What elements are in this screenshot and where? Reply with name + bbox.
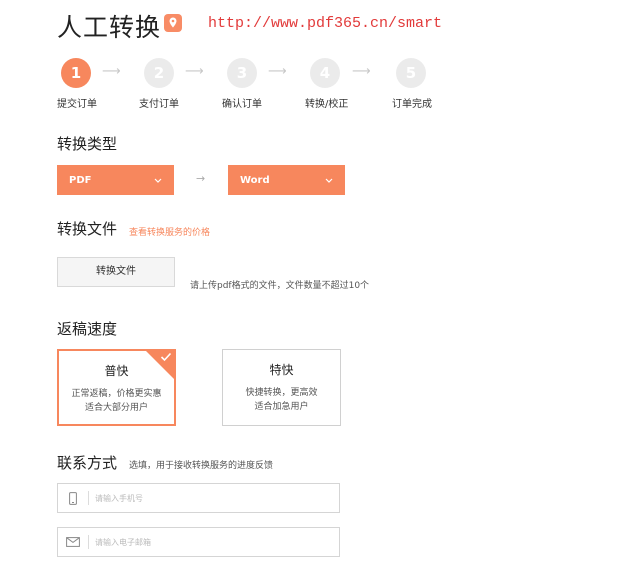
email-input[interactable] [95,537,325,547]
chevron-down-icon [154,178,162,183]
contact-title: 联系方式 [57,454,118,472]
source-format-dropdown[interactable]: PDF [57,165,174,195]
phone-input[interactable] [95,493,325,503]
upload-note: 请上传pdf格式的文件，文件数量不超过10个 [190,281,370,291]
step-1-circle: 1 [61,58,91,88]
step-4-circle: 4 [310,58,340,88]
step-arrow-icon: ⟶ [268,64,287,79]
file-title: 转换文件 [57,220,118,238]
email-icon [58,537,88,547]
speed-option-desc: 快捷转换，更高效 [245,388,318,398]
arrow-right-icon: → [196,172,206,185]
check-icon [160,352,172,362]
source-format-value: PDF [69,174,92,186]
step-5-label: 订单完成 [392,99,432,110]
speed-option-desc: 适合加急用户 [254,402,309,412]
speed-option-desc: 正常返稿，价格更实惠 [71,389,162,399]
step-1-label: 提交订单 [57,99,97,110]
step-3-circle: 3 [227,58,257,88]
phone-field[interactable] [57,483,340,513]
target-format-dropdown[interactable]: Word [228,165,345,195]
contact-hint: 选填，用于接收转换服务的进度反馈 [129,461,274,471]
step-3-label: 确认订单 [222,99,262,110]
pin-icon [164,14,182,32]
speed-option-name: 特快 [269,363,294,377]
upload-file-button[interactable]: 转换文件 [57,257,175,287]
step-arrow-icon: ⟶ [185,64,204,79]
step-4-label: 转换/校正 [305,99,349,110]
page-title: 人工转换 [57,13,162,42]
chevron-down-icon [325,178,333,183]
step-2-label: 支付订单 [139,99,179,110]
speed-title: 返稿速度 [57,320,118,338]
step-5-circle: 5 [396,58,426,88]
site-url[interactable]: http://www.pdf365.cn/smart [208,15,442,32]
step-arrow-icon: ⟶ [352,64,371,79]
phone-icon [58,491,88,505]
step-2-circle: 2 [144,58,174,88]
email-field[interactable] [57,527,340,557]
speed-option-normal[interactable]: 普快 正常返稿，价格更实惠 适合大部分用户 [57,349,176,426]
target-format-value: Word [240,174,270,186]
step-arrow-icon: ⟶ [102,64,121,79]
speed-option-desc: 适合大部分用户 [84,403,148,413]
conversion-type-title: 转换类型 [57,135,118,153]
speed-option-express[interactable]: 特快 快捷转换，更高效 适合加急用户 [222,349,341,426]
price-link[interactable]: 查看转换服务的价格 [129,225,210,238]
